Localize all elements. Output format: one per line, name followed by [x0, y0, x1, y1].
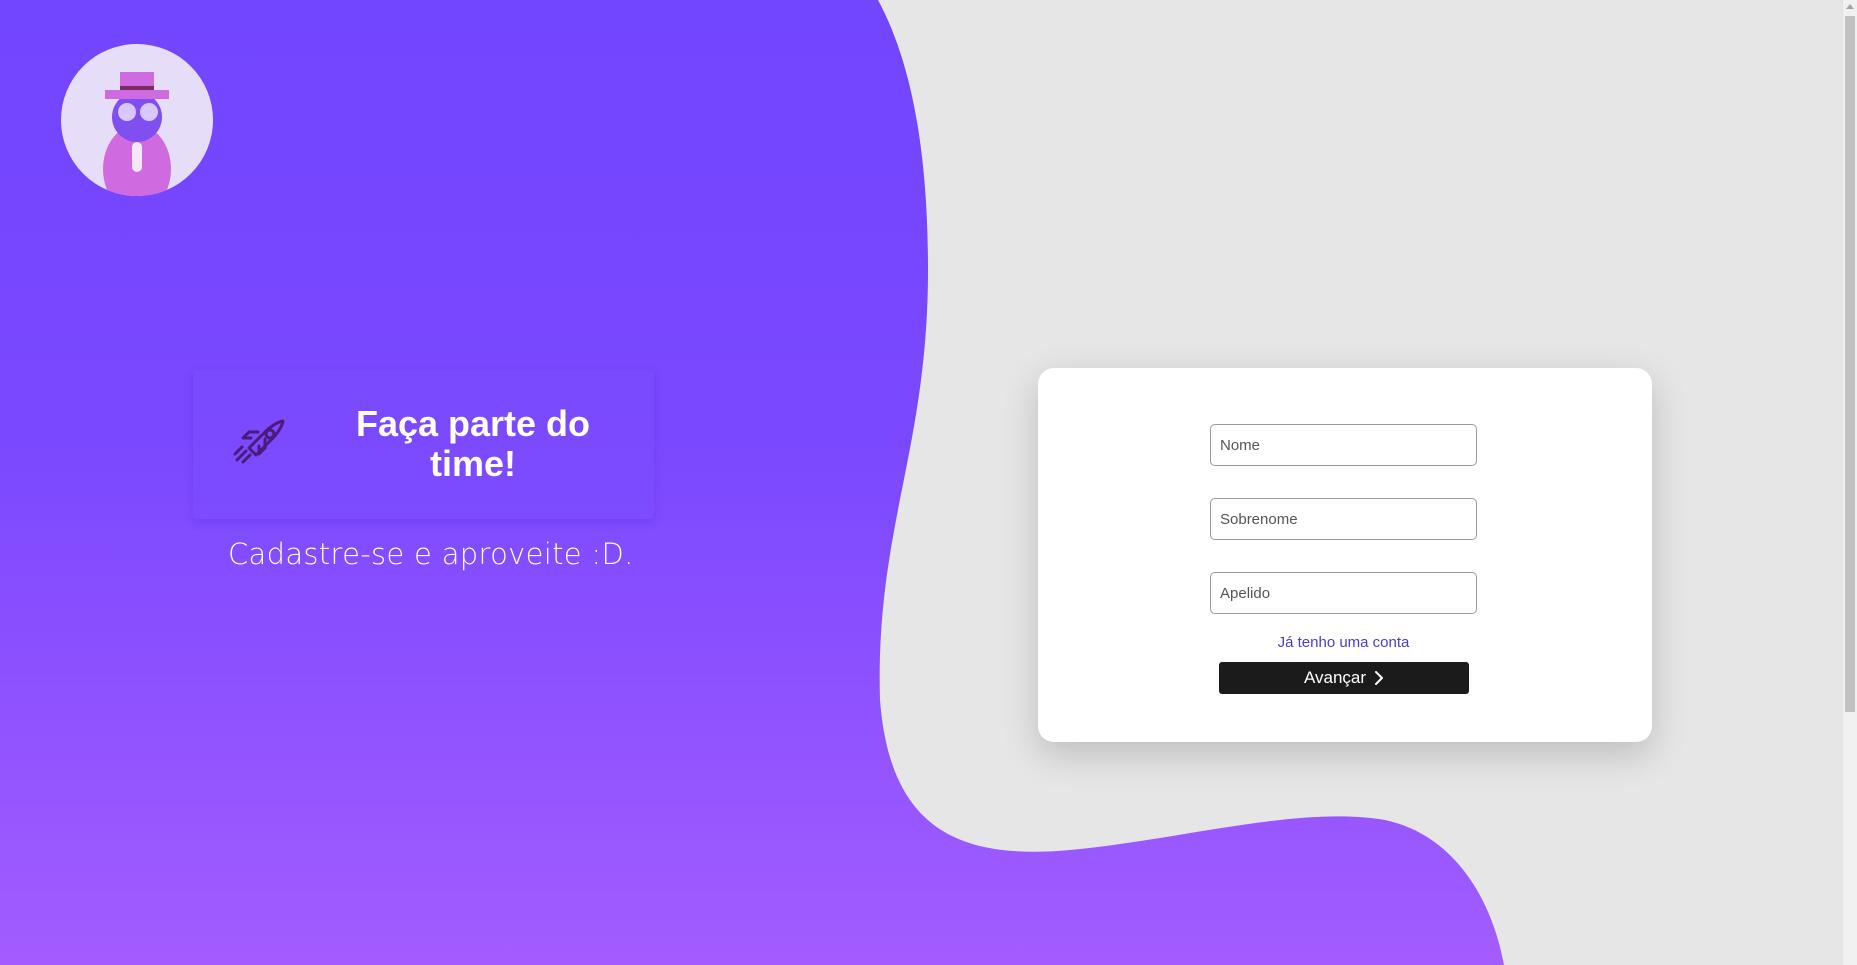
apelido-input[interactable] [1210, 572, 1477, 614]
hero-card: Faça parte do time! [193, 370, 654, 519]
scroll-up-arrow-icon[interactable] [1846, 4, 1854, 9]
login-link[interactable]: Já tenho uma conta [1210, 634, 1477, 651]
sobrenome-input[interactable] [1210, 498, 1477, 540]
signup-form-card: Já tenho uma conta Avançar [1038, 368, 1652, 742]
next-button-label: Avançar [1303, 668, 1367, 687]
rocket-icon [233, 419, 285, 464]
next-button[interactable]: Avançar [1219, 662, 1469, 694]
hero-title: Faça parte do time! [355, 403, 591, 484]
signup-page: Faça parte do time! Cadastre-se e aprove… [0, 0, 1857, 965]
chevron-right-icon [1375, 671, 1384, 685]
nome-input[interactable] [1210, 424, 1477, 466]
vertical-scrollbar[interactable] [1842, 0, 1857, 965]
scrollbar-thumb[interactable] [1845, 16, 1855, 712]
hero-subtitle: Cadastre-se e aproveite :D. [228, 537, 634, 571]
avatar-icon [61, 44, 213, 196]
